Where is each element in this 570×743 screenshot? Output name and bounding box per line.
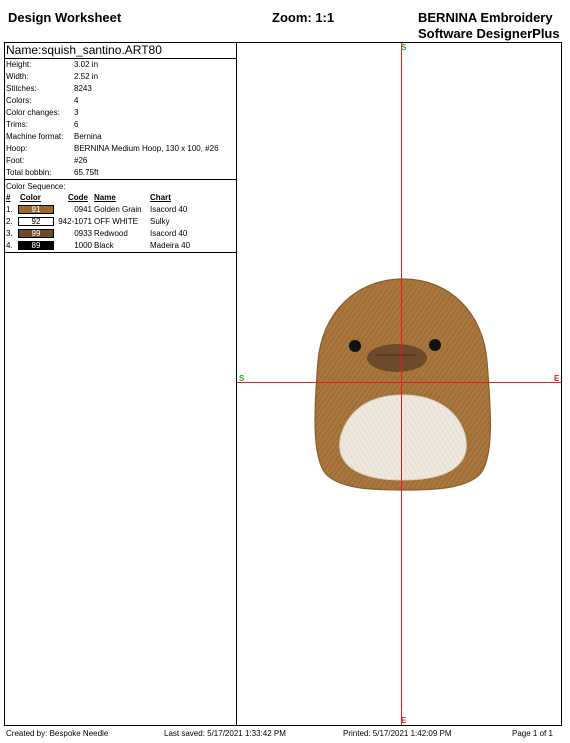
info-label: Foot: xyxy=(6,156,25,165)
color-sequence-table: Color Sequence: # Color Code Name Chart … xyxy=(4,181,236,252)
thread-name: Redwood xyxy=(94,229,128,238)
color-row: 2. 92 942-1071 OFF WHITE Sulky xyxy=(4,216,236,228)
start-marker-top: S xyxy=(401,43,407,52)
info-value: 2.52 in xyxy=(74,72,99,81)
info-value: Bernina xyxy=(74,132,102,141)
info-value: 4 xyxy=(74,96,79,105)
design-info-list: Height: 3.02 in Width: 2.52 in Stitches: 82… xyxy=(4,59,236,179)
info-value: BERNINA Medium Hoop, 130 x 100, #26 xyxy=(74,144,219,153)
info-label: Total bobbin: xyxy=(6,168,52,177)
vertical-axis-line xyxy=(401,43,402,725)
thread-code: 0941 xyxy=(74,205,92,214)
thread-code: 942-1071 xyxy=(58,217,92,226)
info-value: 3 xyxy=(74,108,79,117)
start-marker-left: S xyxy=(239,374,245,383)
info-value: 8243 xyxy=(74,84,92,93)
info-label: Trims: xyxy=(6,120,28,129)
worksheet-title: Design Worksheet xyxy=(8,10,122,25)
thread-name: OFF WHITE xyxy=(94,217,138,226)
thread-chart: Isacord 40 xyxy=(150,229,188,238)
info-value: #26 xyxy=(74,156,88,165)
color-row: 1. 91 0941 Golden Grain Isacord 40 xyxy=(4,204,236,216)
col-header-name: Name xyxy=(94,193,116,202)
color-sequence-header-row: # Color Code Name Chart xyxy=(4,192,236,204)
color-swatch: 99 xyxy=(18,229,54,238)
info-row-total-bobbin: Total bobbin: 65.75ft xyxy=(4,167,236,179)
footer-created-by: Created by: Bespoke Needle xyxy=(6,729,109,738)
horizontal-axis-line xyxy=(237,382,562,383)
info-row-machine-format: Machine format: Bernina xyxy=(4,131,236,143)
divider xyxy=(4,252,236,253)
zoom-level: Zoom: 1:1 xyxy=(272,10,335,25)
info-row-height: Height: 3.02 in xyxy=(4,59,236,71)
info-label: Color changes: xyxy=(6,108,60,117)
thread-code: 1000 xyxy=(74,241,92,250)
info-label: Colors: xyxy=(6,96,32,105)
info-row-hoop: Hoop: BERNINA Medium Hoop, 130 x 100, #26 xyxy=(4,143,236,155)
end-marker-bottom: E xyxy=(401,716,407,725)
color-swatch: 91 xyxy=(18,205,54,214)
brand-line-2: Software DesignerPlus xyxy=(418,26,560,41)
design-preview-canvas xyxy=(237,43,561,725)
info-label: Height: xyxy=(6,60,32,69)
col-header-code: Code xyxy=(68,193,88,202)
info-row-color-changes: Color changes: 3 xyxy=(4,107,236,119)
thread-code: 0933 xyxy=(74,229,92,238)
info-row-trims: Trims: 6 xyxy=(4,119,236,131)
brand-label: BERNINA Embroidery Software DesignerPlus xyxy=(418,10,560,42)
info-value: 6 xyxy=(74,120,79,129)
color-row: 3. 99 0933 Redwood Isacord 40 xyxy=(4,228,236,240)
left-eye xyxy=(349,340,361,352)
embroidery-preview xyxy=(314,278,492,491)
right-eye xyxy=(429,339,441,351)
thread-name: Black xyxy=(94,241,114,250)
footer-printed: Printed: 5/17/2021 1:42:09 PM xyxy=(343,729,452,738)
info-label: Hoop: xyxy=(6,144,28,153)
design-info-panel: Name:squish_santino.ART80 Height: 3.02 in… xyxy=(4,42,237,726)
footer-last-saved: Last saved: 5/17/2021 1:33:42 PM xyxy=(164,729,286,738)
thread-chart: Sulky xyxy=(150,217,170,226)
info-label: Machine format: xyxy=(6,132,64,141)
color-num: 4. xyxy=(6,241,13,250)
color-sequence-title: Color Sequence: xyxy=(6,182,66,191)
info-label: Width: xyxy=(6,72,29,81)
info-row-stitches: Stitches: 8243 xyxy=(4,83,236,95)
end-marker-right: E xyxy=(554,374,560,383)
info-value: 65.75ft xyxy=(74,168,99,177)
color-swatch: 92 xyxy=(18,217,54,226)
info-row-colors: Colors: 4 xyxy=(4,95,236,107)
color-num: 1. xyxy=(6,205,13,214)
design-name: Name:squish_santino.ART80 xyxy=(4,42,236,59)
divider xyxy=(4,179,236,180)
thread-chart: Madeira 40 xyxy=(150,241,191,250)
color-row: 4. 89 1000 Black Madeira 40 xyxy=(4,240,236,252)
color-swatch: 89 xyxy=(18,241,54,250)
info-value: 3.02 in xyxy=(74,60,99,69)
thread-chart: Isacord 40 xyxy=(150,205,188,214)
col-header-num: # xyxy=(6,193,11,202)
col-header-chart: Chart xyxy=(150,193,171,202)
brand-line-1: BERNINA Embroidery xyxy=(418,10,553,25)
info-label: Stitches: xyxy=(6,84,37,93)
info-row-width: Width: 2.52 in xyxy=(4,71,236,83)
info-row-foot: Foot: #26 xyxy=(4,155,236,167)
color-num: 2. xyxy=(6,217,13,226)
color-num: 3. xyxy=(6,229,13,238)
col-header-color: Color xyxy=(20,193,41,202)
footer-page: Page 1 of 1 xyxy=(512,729,553,738)
thread-name: Golden Grain xyxy=(94,205,142,214)
squishmallow-snout xyxy=(367,344,427,372)
